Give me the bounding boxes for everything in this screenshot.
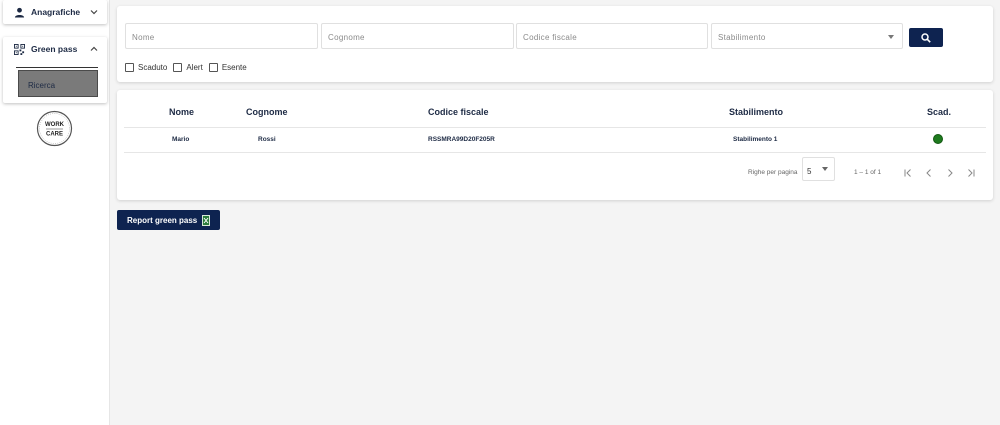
cell-cognome: Rossi (258, 136, 276, 143)
rows-per-page-select[interactable]: 5 (802, 157, 835, 181)
column-header-scad[interactable]: Scad. (927, 107, 951, 117)
cognome-input[interactable]: Cognome (321, 23, 514, 49)
person-icon (13, 6, 25, 18)
chevron-left-icon (926, 169, 931, 177)
search-panel: Nome Cognome Codice fiscale Stabilimento… (117, 6, 993, 82)
filter-esente[interactable]: Esente (208, 63, 247, 72)
sidebar: Anagrafiche Green pass Ricerca WORK CARE (0, 0, 110, 425)
nome-input[interactable]: Nome (125, 23, 318, 49)
nav-anagrafiche[interactable]: Anagrafiche (3, 0, 107, 24)
logo-line-1: WORK (45, 122, 65, 128)
sidebar-item-ricerca[interactable]: Ricerca (18, 70, 98, 97)
last-page-button[interactable] (964, 166, 978, 180)
filter-checkboxes: Scaduto Alert Esente (125, 63, 253, 72)
checkbox[interactable] (208, 63, 218, 72)
filter-scaduto[interactable]: Scaduto (125, 63, 167, 72)
cell-nome: Mario (172, 136, 190, 143)
status-indicator (933, 134, 943, 144)
pagination-range: 1 – 1 of 1 (854, 169, 882, 176)
search-icon (921, 32, 931, 43)
column-header-codice-fiscale[interactable]: Codice fiscale (428, 107, 489, 117)
stabilimento-select[interactable]: Stabilimento (711, 23, 903, 49)
logo-line-2: CARE (46, 132, 63, 138)
excel-icon (202, 214, 211, 226)
first-page-icon (904, 169, 911, 177)
search-button[interactable] (909, 28, 943, 47)
filter-esente-label: Esente (221, 63, 247, 72)
filter-alert-label: Alert (186, 63, 203, 72)
cell-codice-fiscale: RSSMRA99D20F205R (428, 136, 495, 143)
filter-scaduto-label: Scaduto (138, 63, 168, 72)
nav-green-pass: Green pass Ricerca (3, 37, 107, 103)
checkbox[interactable] (173, 63, 183, 72)
workcare-logo: WORK CARE (36, 110, 73, 147)
dropdown-caret-icon (822, 167, 828, 171)
header-divider (124, 127, 986, 128)
qr-code-icon (13, 43, 25, 55)
chevron-down-icon[interactable] (89, 7, 99, 17)
next-page-button[interactable] (943, 166, 957, 180)
report-green-pass-label: Report green pass (127, 215, 198, 225)
codice-fiscale-input[interactable]: Codice fiscale (516, 23, 708, 49)
last-page-icon (968, 169, 975, 177)
first-page-button[interactable] (901, 166, 915, 180)
checkbox[interactable] (125, 63, 134, 72)
nav-green-pass-header[interactable]: Green pass (3, 37, 107, 61)
row-divider (124, 152, 986, 153)
filter-alert[interactable]: Alert (173, 63, 203, 72)
column-header-nome[interactable]: Nome (169, 107, 194, 117)
report-green-pass-button[interactable]: Report green pass (117, 210, 220, 230)
chevron-up-icon[interactable] (89, 44, 99, 54)
nav-green-pass-label: Green pass (31, 44, 78, 54)
results-table: Nome Cognome Codice fiscale Stabilimento… (117, 90, 993, 200)
rows-per-page-value: 5 (807, 167, 812, 176)
dropdown-caret-icon (888, 35, 894, 39)
submenu-divider (16, 67, 98, 68)
column-header-stabilimento[interactable]: Stabilimento (729, 107, 783, 117)
previous-page-button[interactable] (922, 166, 936, 180)
chevron-right-icon (948, 169, 953, 177)
column-header-cognome[interactable]: Cognome (246, 107, 288, 117)
cell-stabilimento: Stabilimento 1 (733, 136, 778, 143)
nav-anagrafiche-label: Anagrafiche (31, 7, 81, 17)
stabilimento-select-label: Stabilimento (718, 33, 766, 42)
rows-per-page-label: Righe per pagina (748, 169, 798, 176)
